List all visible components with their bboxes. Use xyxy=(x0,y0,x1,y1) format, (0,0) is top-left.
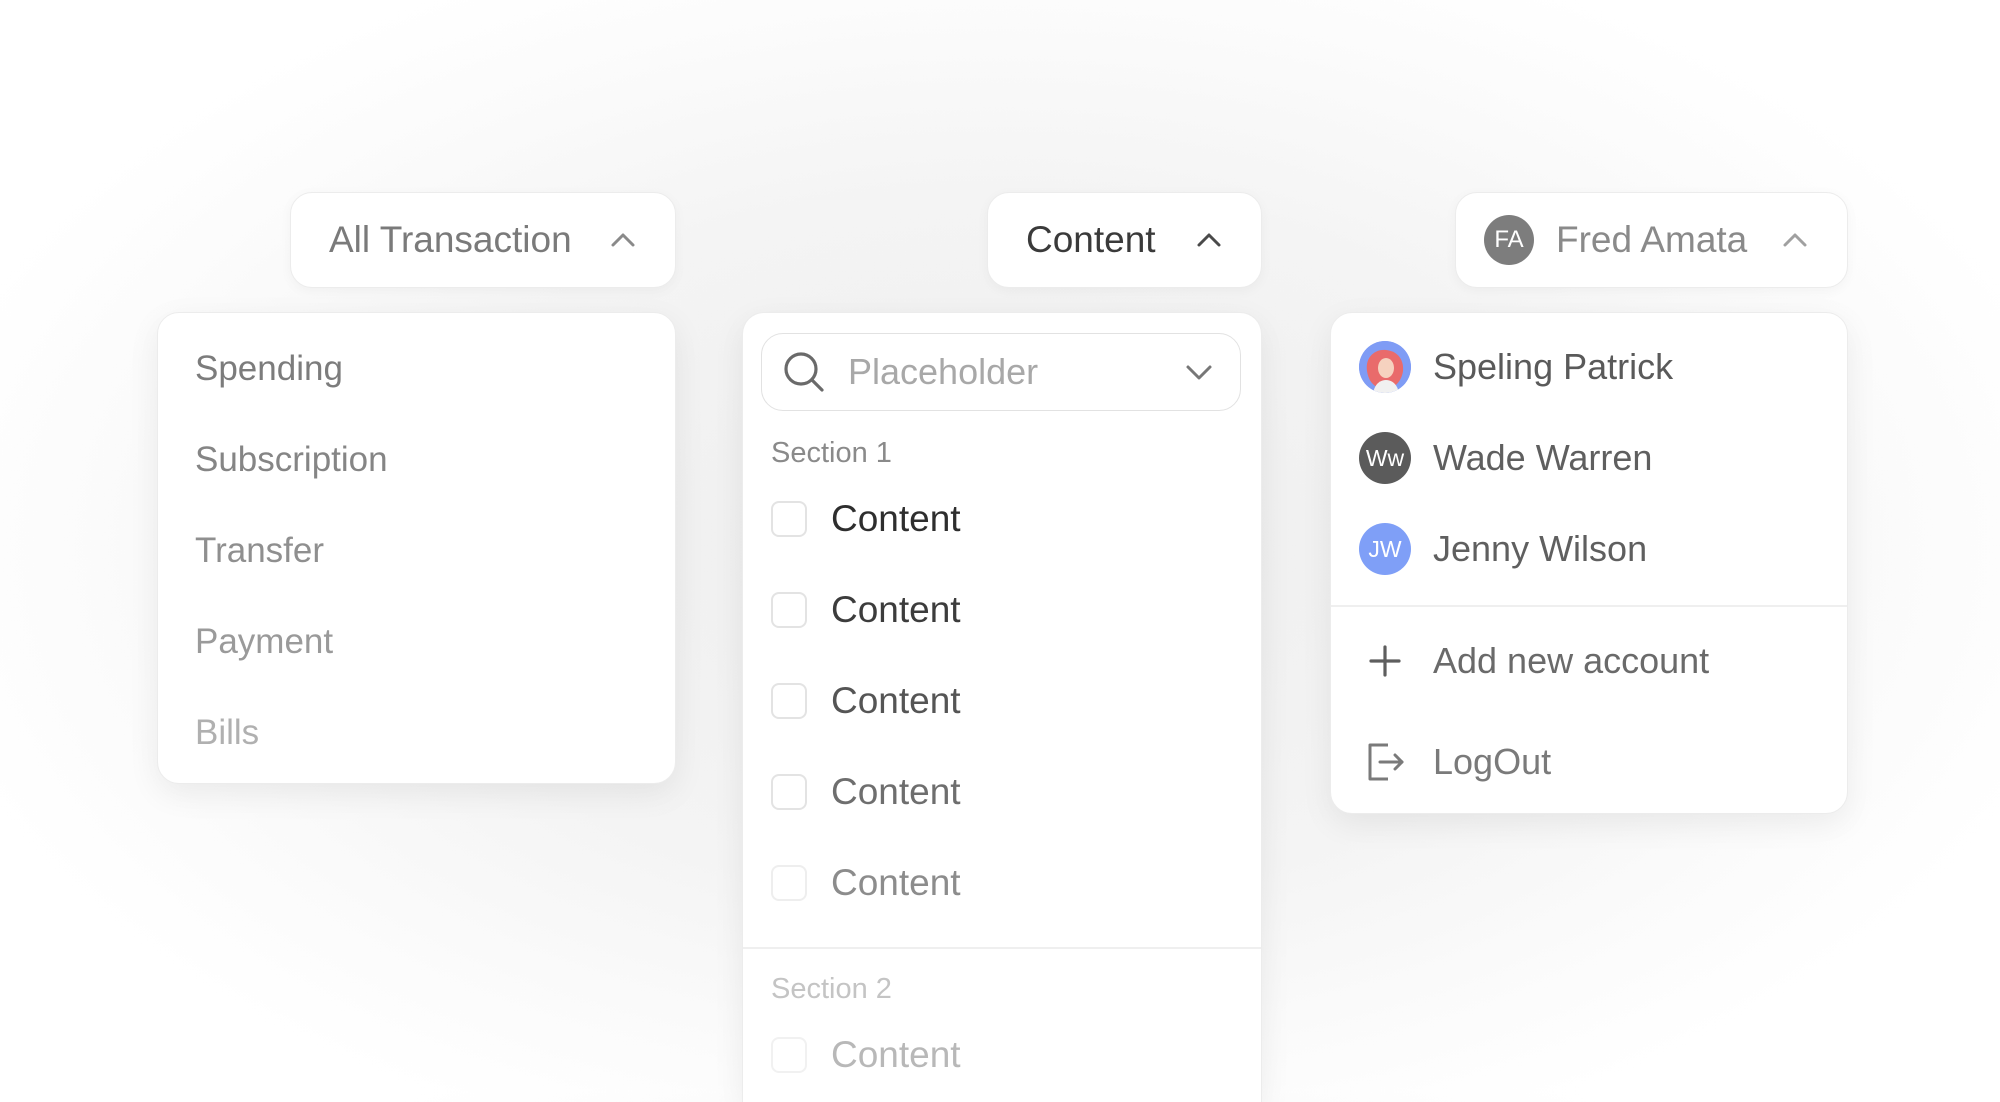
all-transaction-dropdown-trigger[interactable]: All Transaction xyxy=(290,192,676,288)
list-item[interactable]: Content xyxy=(771,1033,961,1077)
list-item-label: Content xyxy=(831,680,961,721)
account-item-jenny-wilson[interactable]: JW Jenny Wilson xyxy=(1359,521,1647,577)
checkbox[interactable] xyxy=(771,865,807,901)
plus-icon xyxy=(1359,635,1411,687)
account-dropdown-trigger[interactable]: FA Fred Amata xyxy=(1455,192,1848,288)
avatar: Ww xyxy=(1359,432,1411,484)
logout-label: LogOut xyxy=(1433,741,1552,782)
add-account-button[interactable]: Add new account xyxy=(1359,633,1709,689)
content-menu: Section 1 Content Content Content Conten… xyxy=(742,312,1262,1102)
list-item[interactable]: Content xyxy=(771,861,961,905)
account-item-label: Speling Patrick xyxy=(1433,346,1674,387)
account-item-label: Jenny Wilson xyxy=(1433,528,1648,569)
account-item-label: Wade Warren xyxy=(1433,437,1653,478)
checkbox[interactable] xyxy=(771,592,807,628)
list-item-label: Content xyxy=(831,1034,961,1075)
content-dropdown-trigger[interactable]: Content xyxy=(987,192,1262,288)
account-item-speling-patrick[interactable]: Speling Patrick xyxy=(1359,339,1673,395)
all-transaction-label: All Transaction xyxy=(329,219,572,260)
avatar: FA xyxy=(1484,215,1534,265)
checkbox[interactable] xyxy=(771,1037,807,1073)
checkbox[interactable] xyxy=(771,774,807,810)
chevron-up-icon xyxy=(1197,233,1221,247)
search-input[interactable] xyxy=(846,350,1184,394)
chevron-up-icon xyxy=(1783,233,1807,247)
add-account-label: Add new account xyxy=(1433,640,1710,681)
avatar xyxy=(1359,341,1411,393)
menu-item-spending[interactable]: Spending xyxy=(195,347,343,391)
chevron-down-icon[interactable] xyxy=(1184,357,1214,387)
chevron-up-icon xyxy=(611,233,635,247)
search-select-field[interactable] xyxy=(761,333,1241,411)
account-menu: Speling Patrick Ww Wade Warren JW Jenny … xyxy=(1330,312,1848,814)
section-divider xyxy=(743,947,1261,949)
menu-item-subscription[interactable]: Subscription xyxy=(195,438,388,482)
list-item[interactable]: Content xyxy=(771,497,961,541)
list-item[interactable]: Content xyxy=(771,679,961,723)
list-item-label: Content xyxy=(831,589,961,630)
content-trigger-label: Content xyxy=(1026,219,1156,260)
list-item[interactable]: Content xyxy=(771,770,961,814)
menu-item-bills[interactable]: Bills xyxy=(195,711,259,755)
menu-item-payment[interactable]: Payment xyxy=(195,620,333,664)
list-item-label: Content xyxy=(831,498,961,539)
avatar-photo-icon xyxy=(1359,341,1411,393)
logout-button[interactable]: LogOut xyxy=(1359,734,1551,790)
account-menu-divider xyxy=(1331,605,1847,607)
checkbox[interactable] xyxy=(771,501,807,537)
section-title: Section 2 xyxy=(771,973,892,1005)
checkbox[interactable] xyxy=(771,683,807,719)
account-item-wade-warren[interactable]: Ww Wade Warren xyxy=(1359,430,1652,486)
all-transaction-menu: Spending Subscription Transfer Payment B… xyxy=(157,312,676,784)
list-item-label: Content xyxy=(831,862,961,903)
avatar: JW xyxy=(1359,523,1411,575)
menu-item-transfer[interactable]: Transfer xyxy=(195,529,324,573)
account-name: Fred Amata xyxy=(1556,219,1748,260)
logout-icon xyxy=(1359,736,1411,788)
section-title: Section 1 xyxy=(771,437,892,469)
list-item-label: Content xyxy=(831,771,961,812)
search-icon xyxy=(784,352,824,392)
list-item[interactable]: Content xyxy=(771,588,961,632)
